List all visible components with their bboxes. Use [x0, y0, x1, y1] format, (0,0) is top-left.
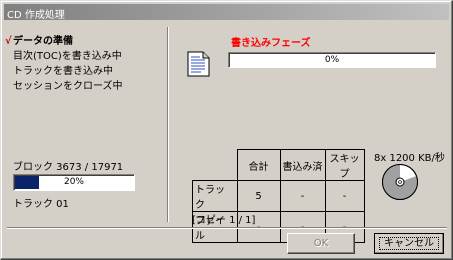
table-cell: -	[279, 180, 326, 212]
step-label: トラックを書き込み中	[13, 66, 113, 77]
cd-write-dialog: CD 作成処理 √ データの準備 目次(TOC)を書き込み中 トラックを書き込み…	[0, 0, 453, 260]
cancel-button[interactable]: キャンセル	[374, 233, 444, 254]
col-header-total: 合計	[236, 149, 281, 181]
block-progress-text: 20%	[63, 177, 84, 187]
table-header-row: 合計 書込み済 スキップ	[192, 149, 365, 181]
block-progress-bar: 20%	[13, 174, 135, 191]
table-corner	[192, 149, 238, 181]
step-label: セッションをクローズ中	[13, 81, 123, 92]
copy-count: [コピー 1 / 1]	[192, 215, 256, 226]
step-close-session: セッションをクローズ中	[13, 79, 123, 94]
phase-title: 書き込みフェーズ	[231, 38, 311, 49]
vertical-divider	[167, 27, 168, 222]
step-prepare-data: √ データの準備	[5, 34, 123, 49]
horizontal-divider	[7, 227, 447, 228]
current-track: トラック 01	[13, 199, 69, 210]
table-cell: 5	[236, 180, 281, 212]
col-header-skipped: スキップ	[324, 149, 365, 181]
row-header-tracks: トラック	[192, 180, 238, 212]
cd-disc-icon	[382, 164, 418, 200]
step-write-toc: 目次(TOC)を書き込み中	[13, 49, 123, 64]
window-title: CD 作成処理	[7, 10, 65, 21]
stats-table: 合計 書込み済 スキップ トラック 5 - - ファイル - - -	[192, 149, 365, 243]
table-cell: -	[324, 180, 365, 212]
title-bar[interactable]: CD 作成処理	[4, 4, 449, 21]
step-label: データの準備	[13, 36, 73, 47]
check-mark-icon: √	[5, 36, 12, 47]
col-header-written: 書込み済	[279, 149, 326, 181]
phase-progress-text: 0%	[324, 55, 340, 65]
table-row: トラック 5 - -	[192, 180, 365, 212]
write-speed: 8x 1200 KB/秒	[374, 153, 445, 164]
step-write-tracks: トラックを書き込み中	[13, 64, 123, 79]
step-label: 目次(TOC)を書き込み中	[13, 51, 122, 62]
block-count: ブロック 3673 / 17971	[13, 162, 124, 173]
document-icon	[187, 51, 210, 77]
cancel-button-label: キャンセル	[379, 237, 439, 250]
ok-button[interactable]: OK	[287, 233, 355, 254]
phase-progress-bar: 0%	[228, 52, 436, 68]
step-list: √ データの準備 目次(TOC)を書き込み中 トラックを書き込み中 セッションを…	[5, 34, 123, 94]
